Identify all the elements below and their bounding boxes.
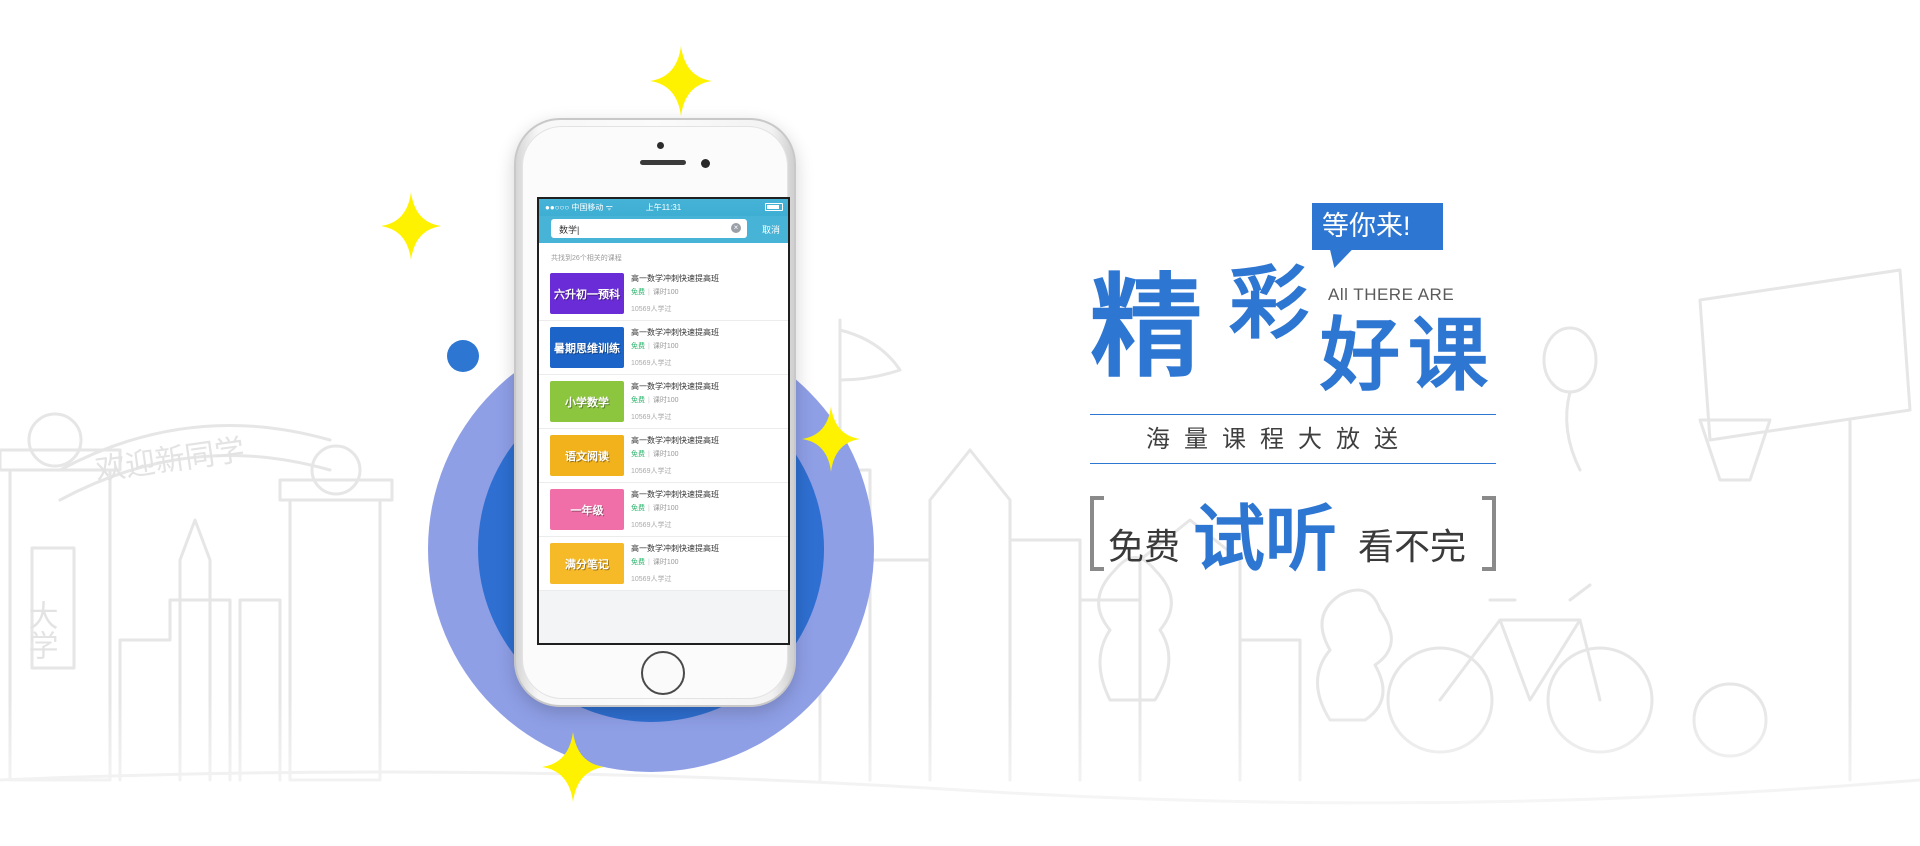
course-thumbnail: 暑期思维训练 — [550, 327, 624, 368]
banner: 欢迎新同学 大学 ●●○○○ 中国移动 ᯤ 上午11:31 数学| × 取消 共… — [0, 0, 1920, 846]
sparkle-icon — [542, 732, 604, 802]
arch-text: 欢迎新同学 — [93, 433, 246, 489]
blue-dot-decoration — [447, 340, 479, 372]
cta-free: 免费 — [1108, 526, 1181, 567]
course-thumbnail: 六升初一预科 — [550, 273, 624, 314]
course-students: 10569人学过 — [631, 414, 672, 421]
search-query: 数学| — [559, 225, 580, 235]
course-title: 高一数学冲刺快速提高班 — [631, 490, 719, 499]
course-meta: 免费 | 课时100 — [631, 557, 679, 567]
course-students: 10569人学过 — [631, 306, 672, 313]
course-list-item[interactable]: 语文阅读 高一数学冲刺快速提高班 免费 | 课时100 10569人学过 — [539, 429, 788, 483]
course-list-item[interactable]: 六升初一预科 高一数学冲刺快速提高班 免费 | 课时100 10569人学过 — [539, 267, 788, 321]
course-title: 高一数学冲刺快速提高班 — [631, 544, 719, 553]
battery-icon — [765, 203, 783, 211]
meta-separator: | — [648, 451, 650, 458]
headline-char: 好 — [1320, 311, 1400, 400]
course-price: 免费 — [631, 559, 645, 566]
headline-char: 彩 — [1229, 259, 1309, 348]
course-lessons: 课时100 — [652, 289, 679, 296]
course-students: 10569人学过 — [631, 522, 672, 529]
promo-text-block: 等你来! 精 彩 好 课 All THERE ARE 海量课程大放送 免费 试听… — [1090, 200, 1510, 580]
clock-label: 上午11:31 — [645, 203, 682, 212]
course-meta: 免费 | 课时100 — [631, 395, 679, 405]
cta-trial: 试听 — [1193, 500, 1338, 580]
pillar-text: 大学 — [23, 600, 58, 660]
meta-separator: | — [648, 559, 650, 566]
status-bar: ●●○○○ 中国移动 ᯤ 上午11:31 — [539, 199, 788, 216]
course-lessons: 课时100 — [652, 451, 679, 458]
course-students: 10569人学过 — [631, 360, 672, 367]
course-meta: 免费 | 课时100 — [631, 287, 679, 297]
course-thumbnail: 满分笔记 — [550, 543, 624, 584]
speech-bubble: 等你来! — [1312, 203, 1443, 250]
meta-separator: | — [648, 289, 650, 296]
course-thumbnail: 一年级 — [550, 489, 624, 530]
bottom-fade — [0, 700, 1920, 846]
course-meta: 免费 | 课时100 — [631, 503, 679, 513]
course-title: 高一数学冲刺快速提高班 — [631, 274, 719, 283]
phone-body: ●●○○○ 中国移动 ᯤ 上午11:31 数学| × 取消 共找到26个相关的课… — [522, 126, 790, 699]
course-meta: 免费 | 课时100 — [631, 341, 679, 351]
sparkle-icon — [802, 406, 860, 472]
result-count: 共找到26个相关的课程 — [539, 243, 788, 267]
course-title: 高一数学冲刺快速提高班 — [631, 436, 719, 445]
subheadline: 海量课程大放送 — [1146, 426, 1412, 453]
sensor-icon — [701, 159, 710, 168]
search-input[interactable]: 数学| × — [551, 219, 747, 238]
phone-mockup: ●●○○○ 中国移动 ᯤ 上午11:31 数学| × 取消 共找到26个相关的课… — [514, 118, 796, 707]
course-price: 免费 — [631, 505, 645, 512]
course-list-item[interactable]: 暑期思维训练 高一数学冲刺快速提高班 免费 | 课时100 10569人学过 — [539, 321, 788, 375]
course-list: 六升初一预科 高一数学冲刺快速提高班 免费 | 课时100 10569人学过 暑期思维训练高… — [539, 267, 788, 591]
course-title: 高一数学冲刺快速提高班 — [631, 328, 719, 337]
course-list-item[interactable]: 满分笔记 高一数学冲刺快速提高班 免费 | 课时100 10569人学过 — [539, 537, 788, 591]
course-title: 高一数学冲刺快速提高班 — [631, 382, 719, 391]
cta-endless: 看不完 — [1358, 526, 1467, 567]
course-list-item[interactable]: 小学数学 高一数学冲刺快速提高班 免费 | 课时100 10569人学过 — [539, 375, 788, 429]
clear-icon[interactable]: × — [731, 223, 741, 233]
course-list-item[interactable]: 一年级 高一数学冲刺快速提高班 免费 | 课时100 10569人学过 — [539, 483, 788, 537]
course-price: 免费 — [631, 289, 645, 296]
course-students: 10569人学过 — [631, 468, 672, 475]
speech-bubble-tail — [1322, 248, 1354, 268]
divider — [1090, 463, 1496, 464]
course-thumbnail: 语文阅读 — [550, 435, 624, 476]
english-tagline: All THERE ARE — [1328, 285, 1455, 304]
home-button[interactable] — [641, 651, 685, 695]
course-meta: 免费 | 课时100 — [631, 449, 679, 459]
course-lessons: 课时100 — [652, 343, 679, 350]
course-price: 免费 — [631, 343, 645, 350]
left-bracket — [1090, 496, 1104, 571]
phone-screen: ●●○○○ 中国移动 ᯤ 上午11:31 数学| × 取消 共找到26个相关的课… — [537, 197, 790, 645]
headline-char: 课 — [1408, 311, 1488, 400]
course-lessons: 课时100 — [652, 397, 679, 404]
course-lessons: 课时100 — [652, 505, 679, 512]
search-bar: 数学| × 取消 — [539, 216, 788, 243]
meta-separator: | — [648, 343, 650, 350]
course-price: 免费 — [631, 451, 645, 458]
sparkle-icon — [381, 192, 441, 260]
course-lessons: 课时100 — [652, 559, 679, 566]
meta-separator: | — [648, 505, 650, 512]
speaker-grille — [640, 160, 686, 165]
meta-separator: | — [648, 397, 650, 404]
headline-char: 精 — [1090, 265, 1202, 390]
sparkle-icon — [650, 46, 712, 116]
divider — [1090, 414, 1496, 415]
right-bracket — [1482, 496, 1496, 571]
course-thumbnail: 小学数学 — [550, 381, 624, 422]
course-price: 免费 — [631, 397, 645, 404]
cancel-button[interactable]: 取消 — [762, 223, 780, 236]
front-camera-icon — [657, 142, 664, 149]
course-students: 10569人学过 — [631, 576, 672, 583]
